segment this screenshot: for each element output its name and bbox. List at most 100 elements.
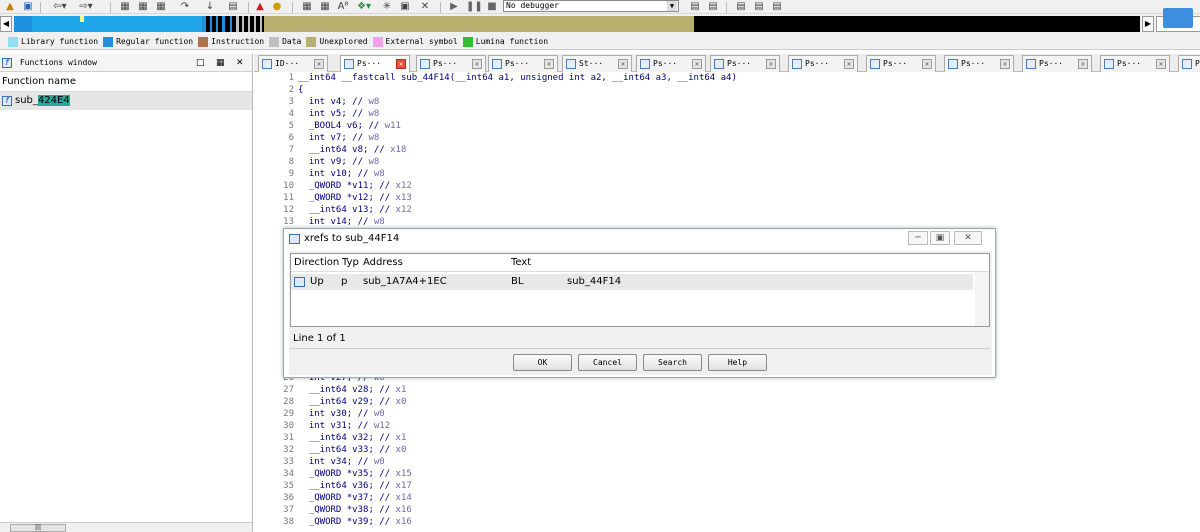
tab-4[interactable]: Ps··· ✕: [488, 55, 558, 72]
code-line[interactable]: 27 __int64 v28; // x1: [254, 384, 406, 396]
code-line[interactable]: 6 int v7; // w8: [254, 132, 380, 144]
close-icon[interactable]: ✕: [418, 1, 432, 13]
code-line[interactable]: 34 _QWORD *v35; // x15: [254, 468, 412, 480]
pseudocode-icon[interactable]: ▤: [734, 1, 748, 13]
tab-10[interactable]: Ps··· ✕: [944, 55, 1014, 72]
column-text[interactable]: Text: [511, 254, 531, 272]
maximize-icon[interactable]: ▣: [930, 231, 950, 245]
tab-3[interactable]: Ps··· ✕: [416, 55, 486, 72]
tab-5[interactable]: St··· ✕: [562, 55, 632, 72]
close-dialog-icon[interactable]: ✕: [954, 231, 982, 245]
code-line[interactable]: 13 int v14; // w8: [254, 216, 385, 228]
code-line[interactable]: 9 int v10; // w8: [254, 168, 385, 180]
tab-close-icon[interactable]: ✕: [1000, 59, 1010, 69]
code-line[interactable]: 2{: [254, 84, 304, 96]
save-icon[interactable]: ▣: [22, 1, 34, 13]
function-list-item[interactable]: f sub_424E4: [0, 92, 252, 110]
minimize-icon[interactable]: ─: [908, 231, 928, 245]
tab-9[interactable]: Ps··· ✕: [866, 55, 936, 72]
code-line[interactable]: 12 __int64 v13; // x12: [254, 204, 412, 216]
tab-close-icon[interactable]: ✕: [314, 59, 324, 69]
tab-close-icon[interactable]: ✕: [472, 59, 482, 69]
restore-icon[interactable]: □: [196, 54, 205, 72]
column-type[interactable]: Typ: [342, 254, 359, 272]
warning-icon[interactable]: ▲: [254, 1, 266, 13]
debugger-select[interactable]: No debugger ▼: [503, 0, 679, 12]
image-icon[interactable]: ▣: [398, 1, 412, 13]
play-icon[interactable]: ▶: [448, 1, 460, 13]
tab-close-icon[interactable]: ✕: [396, 59, 406, 69]
search-button[interactable]: Search: [643, 354, 702, 371]
code-line[interactable]: 5 _BOOL4 v6; // w11: [254, 120, 401, 132]
tab-8[interactable]: Ps··· ✕: [788, 55, 858, 72]
functions-horizontal-scrollbar[interactable]: |||: [0, 522, 252, 532]
tab-13[interactable]: Ps···✕: [1178, 55, 1200, 72]
tab-2[interactable]: Ps··· ✕: [340, 55, 410, 73]
code-line[interactable]: 1 __int64 __fastcall sub_44F14(__int64 a1…: [254, 72, 737, 84]
code-line[interactable]: 33 int v34; // w0: [254, 456, 385, 468]
code-line[interactable]: 11 _QWORD *v12; // x13: [254, 192, 412, 204]
code-line[interactable]: 4 int v5; // w8: [254, 108, 380, 120]
text-search-icon[interactable]: ▤: [226, 1, 240, 13]
scroll-thumb[interactable]: |||: [10, 524, 66, 532]
tab-11[interactable]: Ps··· ✕: [1022, 55, 1092, 72]
navigation-bar[interactable]: [14, 16, 1140, 32]
tab-close-icon[interactable]: ✕: [1156, 59, 1166, 69]
stop-icon[interactable]: ■: [486, 1, 498, 13]
back-icon[interactable]: ⇦▾: [50, 1, 70, 13]
hex-view-icon[interactable]: ▦: [118, 1, 132, 13]
tab-12[interactable]: Ps··· ✕: [1100, 55, 1170, 72]
tab-close-icon[interactable]: ✕: [844, 59, 854, 69]
nav-scroll-right-icon[interactable]: ▶: [1142, 16, 1154, 32]
code-line[interactable]: 37 _QWORD *v38; // x16: [254, 504, 412, 516]
tab-close-icon[interactable]: ✕: [692, 59, 702, 69]
pause-icon[interactable]: ❚❚: [466, 1, 483, 13]
code-line[interactable]: 35 __int64 v36; // x17: [254, 480, 412, 492]
code-line[interactable]: 36 _QWORD *v37; // x14: [254, 492, 412, 504]
font-icon[interactable]: A⁸: [336, 1, 350, 13]
column-address[interactable]: Address: [363, 254, 403, 272]
tab-1[interactable]: ID··· ✕: [258, 55, 328, 72]
code-line[interactable]: 10 _QWORD *v11; // x12: [254, 180, 412, 192]
plugin-icon[interactable]: ❖▾: [352, 1, 376, 13]
tab-close-icon[interactable]: ✕: [922, 59, 932, 69]
tab-close-icon[interactable]: ✕: [544, 59, 554, 69]
help-button[interactable]: Help: [708, 354, 767, 371]
struct-icon[interactable]: ▦: [136, 1, 150, 13]
jump-icon[interactable]: ↷: [178, 1, 192, 13]
function-name-column-header[interactable]: Function name: [0, 72, 252, 92]
breakpoint-icon[interactable]: ●: [270, 1, 284, 13]
cancel-button[interactable]: Cancel: [578, 354, 637, 371]
code-line[interactable]: 38 _QWORD *v39; // x16: [254, 516, 412, 528]
proximity-icon[interactable]: ▦: [318, 1, 332, 13]
nav-scroll-left-icon[interactable]: ◀: [0, 16, 12, 32]
forward-icon[interactable]: ⇨▾: [76, 1, 96, 13]
xref-row[interactable]: Up p sub_1A7A4+1EC BL sub_44F14: [291, 274, 973, 290]
process-icon[interactable]: ▤: [706, 1, 720, 13]
code-line[interactable]: 7 __int64 v8; // x18: [254, 144, 407, 156]
code-line[interactable]: 3 int v4; // w8: [254, 96, 380, 108]
float-icon[interactable]: ▦: [216, 54, 225, 72]
tab-close-icon[interactable]: ✕: [1078, 59, 1088, 69]
code-line[interactable]: 29 int v30; // w0: [254, 408, 385, 420]
ok-button[interactable]: OK: [513, 354, 572, 371]
tab-7[interactable]: Ps··· ✕: [710, 55, 780, 72]
code-line[interactable]: 30 int v31; // w12: [254, 420, 390, 432]
column-direction[interactable]: Direction: [294, 254, 339, 272]
tab-6[interactable]: Ps··· ✕: [636, 55, 706, 72]
enum-icon[interactable]: ▦: [154, 1, 168, 13]
code-line[interactable]: 32 __int64 v33; // x0: [254, 444, 406, 456]
close-pane-icon[interactable]: ✕: [236, 54, 244, 72]
code-line[interactable]: 31 __int64 v32; // x1: [254, 432, 406, 444]
tree-icon[interactable]: ▤: [770, 1, 784, 13]
cloud-icon[interactable]: [1163, 8, 1193, 28]
attach-icon[interactable]: ▤: [688, 1, 702, 13]
star-icon[interactable]: ✳: [380, 1, 394, 13]
open-icon[interactable]: ▲: [4, 1, 16, 13]
xrefs-vertical-scrollbar[interactable]: [975, 272, 989, 326]
tab-close-icon[interactable]: ✕: [766, 59, 776, 69]
down-arrow-icon[interactable]: ↓: [204, 1, 216, 13]
flow-icon[interactable]: ▤: [752, 1, 766, 13]
code-line[interactable]: 28 __int64 v29; // x0: [254, 396, 406, 408]
tab-close-icon[interactable]: ✕: [618, 59, 628, 69]
